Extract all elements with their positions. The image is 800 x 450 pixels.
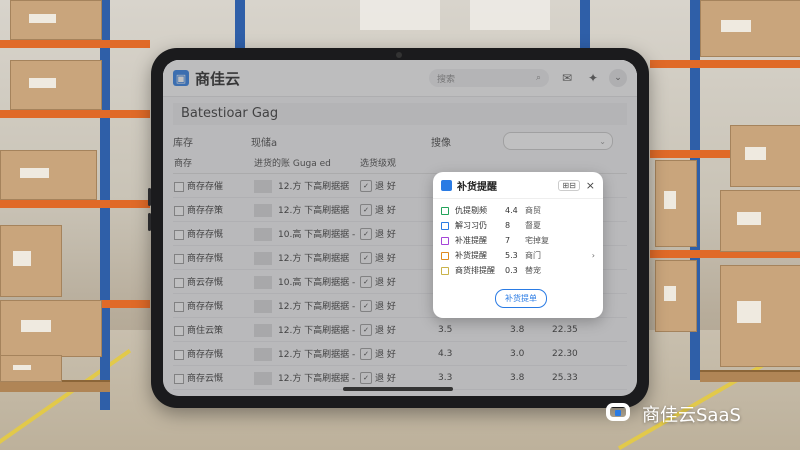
reminder-status: 督夏 [525,221,541,230]
reminder-status: 替宠 [525,266,541,275]
reminder-item[interactable]: 解习习仍 8 督夏 [441,218,595,233]
ceiling-light [470,0,550,30]
close-icon[interactable]: × [586,179,595,192]
cardboard-box [655,160,697,247]
cardboard-box [720,265,800,367]
cardboard-box [655,260,697,332]
reminder-name: 补货提醒 [455,251,487,260]
rack-beam [0,110,150,118]
restock-reminder-dialog: 补货提醒 ⊞⊟ × 仇提剔频 4.4 商贸 解习习仍 8 督夏 补准提醒 7 宅掉复 补货提醒 5.… [433,172,603,318]
reminder-status: 商贸 [525,206,541,215]
reminder-value: 4.4 [505,206,518,215]
reminder-type-icon [441,251,449,260]
reminder-item[interactable]: 补货提醒 5.3 商门 › [441,248,595,263]
reminder-item[interactable]: 仇提剔频 4.4 商贸 [441,203,595,218]
reminder-type-icon [441,206,449,215]
rack-post [580,0,590,50]
cardboard-box [720,190,800,252]
restock-order-button[interactable]: 补货提单 [495,289,547,308]
dialog-logo-icon [441,179,452,191]
dialog-title: 补货提醒 [457,181,497,193]
reminder-type-icon [441,266,449,275]
rack-beam [650,60,800,68]
reminder-name: 商货排提醒 [455,266,495,275]
rack-post [235,0,245,50]
cardboard-box [700,0,800,57]
reminder-item[interactable]: 补准提醒 7 宅掉复 [441,233,595,248]
cardboard-box [10,60,102,110]
tablet-screen: ▣ 商佳云 搜索 ⌕ ✉ ✦ ⌄ Batestioar Gag 库存 现储a 搜… [163,60,637,396]
brand-logo-icon [606,400,634,428]
reminder-value: 0.3 [505,266,518,275]
reminder-type-icon [441,236,449,245]
cardboard-box [0,355,62,382]
dialog-expand-button[interactable]: ⊞⊟ [558,179,580,191]
reminder-name: 补准提醒 [455,236,487,245]
cardboard-box [0,225,62,297]
reminder-list: 仇提剔频 4.4 商贸解习习仍 8 督夏补准提醒 7 宅掉复补货提醒 5.3 商门 › 商货排提醒 0… [433,199,603,282]
reminder-name: 解习习仍 [455,221,487,230]
rack-beam [0,200,150,208]
dialog-header: 补货提醒 ⊞⊟ × [433,172,603,199]
volume-button [148,188,151,206]
reminder-value: 8 [505,221,511,230]
volume-button [148,213,151,231]
reminder-value: 5.3 [505,251,518,260]
cardboard-box [10,0,102,40]
brand-watermark: 商佳云SaaS [606,400,741,428]
ceiling-light [360,0,440,30]
rack-beam [0,40,150,48]
reminder-status: 宅掉复 [525,236,549,245]
reminder-type-icon [441,221,449,230]
chevron-right-icon[interactable]: › [592,251,595,260]
reminder-value: 7 [505,236,511,245]
reminder-name: 仇提剔频 [455,206,487,215]
cardboard-box [0,150,97,200]
brand-text: 商佳云SaaS [642,405,741,426]
reminder-item[interactable]: 商货排提醒 0.3 替宠 [441,263,595,278]
reminder-status: 商门 [525,251,541,260]
home-indicator [343,387,453,391]
front-camera [396,52,402,58]
cardboard-box [0,300,102,357]
cardboard-box [730,125,800,187]
pallet [700,370,800,382]
tablet-device: ▣ 商佳云 搜索 ⌕ ✉ ✦ ⌄ Batestioar Gag 库存 现储a 搜… [148,48,649,408]
